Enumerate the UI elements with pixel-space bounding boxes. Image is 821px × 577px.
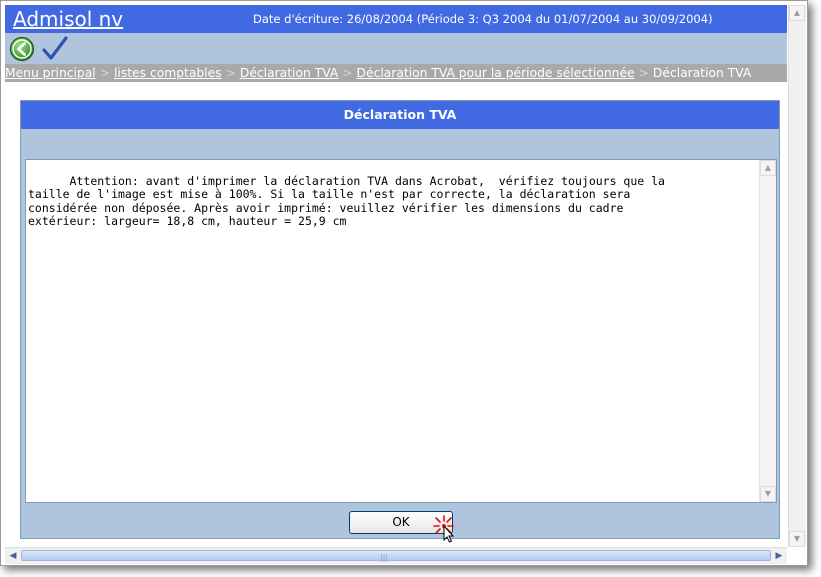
textarea-vertical-scrollbar[interactable]: ▲ ▼ [759,160,776,502]
page-scroll-up-icon[interactable]: ▲ [789,5,805,21]
dialog-title: Déclaration TVA [21,101,779,129]
breadcrumb-link-declaration-tva[interactable]: Déclaration TVA [240,66,338,80]
app-title[interactable]: Admisol nv [13,7,123,31]
breadcrumb-separator: > [638,66,649,80]
scroll-grip-icon: ||| [380,553,389,562]
toolbar [5,33,787,64]
page-vertical-scrollbar[interactable]: ▲ ▼ [788,5,806,547]
breadcrumb-separator: > [225,66,236,80]
breadcrumb: Menu principal > listes comptables > Déclara… [5,64,787,82]
scroll-down-icon[interactable]: ▼ [760,486,776,502]
message-textarea[interactable]: Attention: avant d'imprimer la déclarati… [25,159,777,503]
scroll-right-icon[interactable]: ▶ [771,548,787,564]
breadcrumb-link-declaration-periode[interactable]: Déclaration TVA pour la période sélectio… [357,66,635,80]
mouse-cursor-icon [433,515,455,543]
page-horizontal-scrollbar[interactable]: ◀ ||| ▶ [5,547,787,564]
breadcrumb-link-menu-principal[interactable]: Menu principal [5,66,96,80]
app-header: Admisol nv Date d'écriture: 26/08/2004 (… [5,5,787,33]
date-info: Date d'écriture: 26/08/2004 (Période 3: … [253,12,713,26]
breadcrumb-separator: > [342,66,353,80]
scroll-left-icon[interactable]: ◀ [5,548,21,564]
message-text: Attention: avant d'imprimer la déclarati… [28,173,665,228]
scroll-up-icon[interactable]: ▲ [760,160,776,176]
breadcrumb-separator: > [99,66,110,80]
checkmark-icon[interactable] [41,35,69,63]
declaration-dialog: Déclaration TVA Attention: avant d'impri… [20,100,780,543]
page-scroll-down-icon[interactable]: ▼ [789,531,805,547]
breadcrumb-current: Déclaration TVA [652,66,752,80]
breadcrumb-link-listes-comptables[interactable]: listes comptables [114,66,222,80]
horizontal-scroll-thumb[interactable]: ||| [21,550,771,562]
browser-window: Admisol nv Date d'écriture: 26/08/2004 (… [0,0,808,566]
back-arrow-icon[interactable] [9,36,35,62]
